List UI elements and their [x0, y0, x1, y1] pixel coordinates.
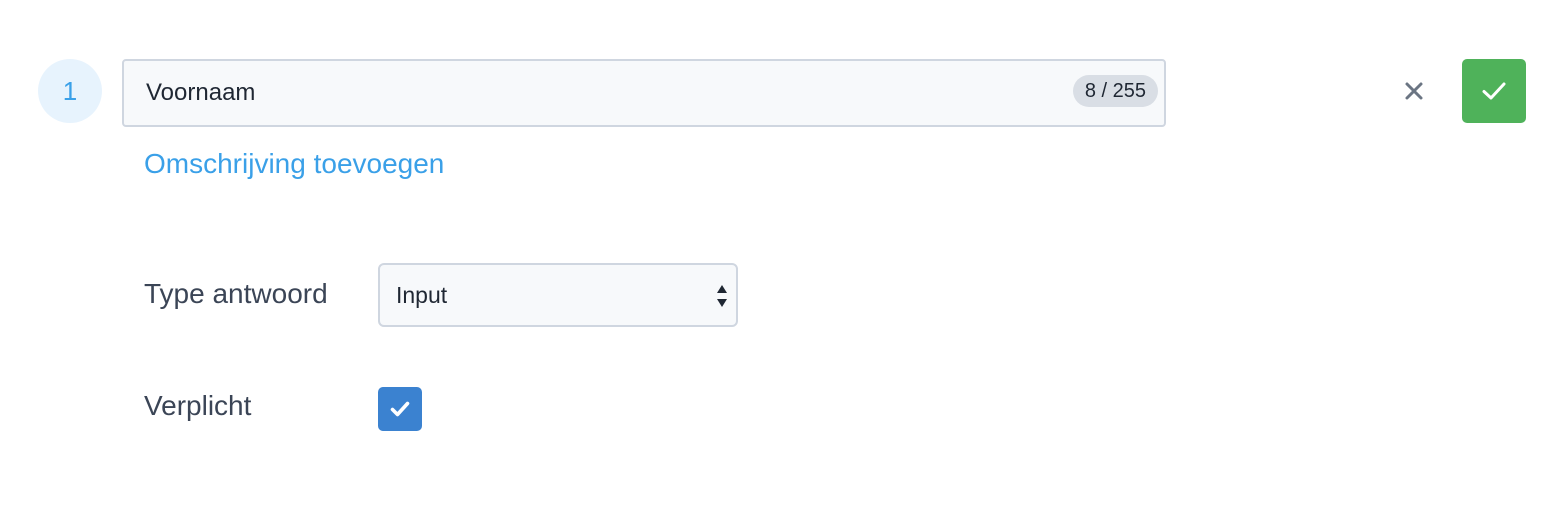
question-title-input[interactable]: [146, 61, 1046, 125]
checkmark-icon: [390, 401, 410, 417]
question-number: 1: [62, 75, 78, 106]
select-arrows-icon: [717, 285, 727, 307]
required-label: Verplicht: [144, 390, 252, 421]
confirm-button[interactable]: [1462, 59, 1526, 123]
answer-type-label: Type antwoord: [144, 278, 328, 309]
cancel-button[interactable]: [1392, 69, 1436, 113]
character-counter-badge: 8 / 255: [1072, 75, 1158, 107]
add-description-link[interactable]: Omschrijving toevoegen: [144, 148, 444, 180]
close-icon: [1405, 82, 1423, 100]
answer-type-selected-value: Input: [396, 282, 448, 308]
check-icon: [1482, 82, 1506, 100]
question-number-badge: 1: [38, 59, 102, 123]
question-title-field[interactable]: 8 / 255: [122, 59, 1166, 127]
required-checkbox[interactable]: [378, 387, 422, 431]
answer-type-select[interactable]: Input: [378, 263, 738, 327]
